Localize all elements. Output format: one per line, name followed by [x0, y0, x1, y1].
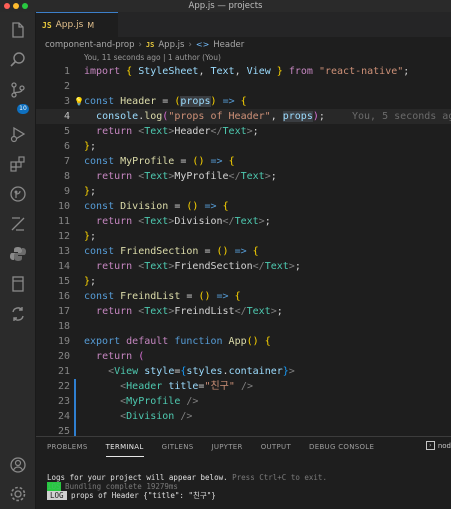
code-line: 8 return <Text>MyProfile</Text>;: [63, 171, 277, 182]
modified-indicator: M: [87, 20, 95, 30]
tab-jupyter[interactable]: JUPYTER: [211, 437, 242, 457]
log-badge: LOG: [47, 491, 67, 500]
account-icon[interactable]: [8, 455, 28, 475]
code-line: 5 return <Text>Header</Text>;: [63, 126, 259, 137]
breadcrumb: component-and-prop › JS App.js › <> Head…: [36, 37, 451, 52]
terminal-selector[interactable]: › nod: [425, 441, 451, 450]
code-editor[interactable]: You, 11 seconds ago | 1 author (You) 1 im…: [36, 52, 451, 436]
terminal-text: Logs for your project will appear below.: [47, 473, 233, 482]
tab-gitlens[interactable]: GITLENS: [162, 437, 194, 457]
symbol-icon: <>: [195, 40, 210, 49]
tab-app-js[interactable]: JS App.js M: [36, 12, 118, 37]
terminal-log-text: props of Header {"title": "친구"}: [66, 491, 216, 500]
settings-gear-icon[interactable]: [8, 484, 28, 504]
terminal-platform: iOS: [47, 482, 61, 491]
javascript-file-icon: JS: [42, 20, 52, 30]
chevron-right-icon: ›: [188, 39, 192, 50]
tab-debug-console[interactable]: DEBUG CONSOLE: [309, 437, 374, 457]
terminal-bundle-status: Bundling complete 19279ms: [60, 482, 178, 491]
bottom-panel: PROBLEMS TERMINAL GITLENS JUPYTER OUTPUT…: [36, 436, 451, 509]
code-line: 25: [57, 426, 70, 436]
codelens-author[interactable]: You, 11 seconds ago | 1 author (You): [84, 52, 221, 64]
gitlens-icon[interactable]: [8, 184, 28, 204]
python-icon[interactable]: [8, 244, 28, 264]
code-line: 4 console.log("props of Header", props);…: [36, 109, 451, 124]
breadcrumb-file[interactable]: App.js: [158, 40, 184, 50]
code-line: 16 const FreindList = () => {: [57, 291, 241, 302]
code-line: 24 <Division />: [57, 411, 193, 422]
code-line: 20 return (: [57, 351, 145, 362]
search-icon[interactable]: [8, 50, 28, 70]
code-line: 12};: [57, 231, 97, 242]
terminal-icon: ›: [425, 441, 435, 450]
breadcrumb-folder[interactable]: component-and-prop: [45, 40, 135, 50]
code-line: 13 const FriendSection = () => {: [57, 246, 259, 257]
tab-output[interactable]: OUTPUT: [261, 437, 291, 457]
git-blame-annotation: You, 5 seconds ago: [352, 111, 451, 122]
code-line: 23 <MyProfile />: [57, 396, 199, 407]
code-line: 14 return <Text>FriendSection</Text>;: [57, 261, 301, 272]
scm-badge: 10: [17, 104, 29, 114]
terminal-hint: Press Ctrl+C to exit.: [232, 473, 327, 482]
code-line: 19 export default function App() {: [57, 336, 271, 347]
code-line: 9};: [63, 186, 97, 197]
source-control-icon[interactable]: [8, 80, 28, 100]
javascript-file-icon: JS: [145, 40, 155, 49]
code-line: 21 <View style={styles.container}>: [57, 366, 295, 377]
terminal-output[interactable]: Logs for your project will appear below.…: [47, 473, 327, 500]
code-line: 10 const Division = () => {: [57, 201, 229, 212]
activity-bar: 10: [0, 12, 36, 509]
sync-icon[interactable]: [8, 304, 28, 324]
code-line: 11 return <Text>Division</Text>;: [57, 216, 271, 227]
chevron-right-icon: ›: [138, 39, 142, 50]
remote-explorer-icon[interactable]: [8, 214, 28, 234]
code-line: 3 const Header = (props) => {: [63, 96, 247, 107]
tab-terminal[interactable]: TERMINAL: [105, 437, 144, 457]
notebook-icon[interactable]: [8, 274, 28, 294]
terminal-name: nod: [437, 441, 451, 450]
tab-label: App.js: [55, 20, 84, 30]
code-line: 6};: [63, 141, 97, 152]
window-title: App.js — projects: [188, 1, 263, 11]
explorer-icon[interactable]: [8, 20, 28, 40]
editor-tab-bar: JS App.js M: [36, 12, 451, 37]
code-line: 15};: [57, 276, 97, 287]
code-line: 7 const MyProfile = () => {: [63, 156, 235, 167]
extensions-icon[interactable]: [8, 154, 28, 174]
code-line: 22 <Header title="친구" />: [57, 381, 253, 392]
lightbulb-icon[interactable]: 💡: [74, 94, 84, 109]
title-bar: App.js — projects: [0, 0, 451, 12]
run-debug-icon[interactable]: [8, 124, 28, 144]
code-line: 2: [63, 81, 70, 92]
code-line: 1 import { StyleSheet, Text, View } from …: [63, 66, 410, 77]
code-line: 17 return <Text>FreindList</Text>;: [57, 306, 283, 317]
panel-tabs: PROBLEMS TERMINAL GITLENS JUPYTER OUTPUT…: [36, 437, 451, 457]
code-line: 18: [57, 321, 70, 332]
breadcrumb-symbol[interactable]: Header: [213, 40, 244, 50]
tab-problems[interactable]: PROBLEMS: [47, 437, 88, 457]
